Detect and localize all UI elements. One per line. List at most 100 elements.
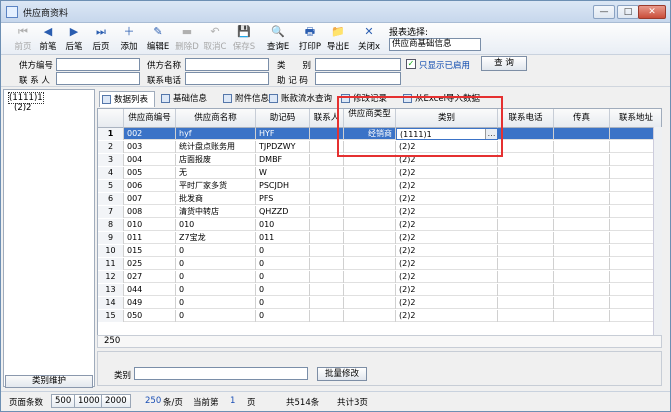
- table-cell[interactable]: [498, 245, 554, 257]
- table-cell[interactable]: 3: [98, 154, 124, 166]
- table-cell[interactable]: [554, 232, 610, 244]
- table-cell[interactable]: [554, 154, 610, 166]
- table-cell[interactable]: [344, 297, 396, 309]
- table-row[interactable]: 10 015 0 0 (2)2: [98, 245, 661, 257]
- table-cell[interactable]: [554, 206, 610, 218]
- table-row[interactable]: 9 011 Z7宝龙 011 (2)2: [98, 232, 661, 244]
- table-cell[interactable]: (2)2: [396, 258, 498, 270]
- supplier-name-input[interactable]: [185, 58, 269, 71]
- table-row[interactable]: 6 007 批发商 PFS (2)2: [98, 193, 661, 205]
- table-cell[interactable]: 4: [98, 167, 124, 179]
- table-cell[interactable]: [554, 180, 610, 192]
- toolbar-edit-button[interactable]: ✎ 编辑E: [144, 25, 172, 53]
- table-cell[interactable]: [310, 297, 344, 309]
- table-cell[interactable]: 004: [124, 154, 176, 166]
- table-cell[interactable]: [310, 167, 344, 179]
- table-cell[interactable]: 平时厂家多货: [176, 180, 256, 192]
- table-cell[interactable]: 025: [124, 258, 176, 270]
- table-row[interactable]: 13 044 0 0 (2)2: [98, 284, 661, 296]
- report-select[interactable]: 供应商基础信息: [389, 38, 481, 51]
- table-row[interactable]: 8 010 010 010 (2)2: [98, 219, 661, 231]
- table-cell[interactable]: [310, 258, 344, 270]
- toolbar-prev-button[interactable]: ◀ 前笔: [34, 25, 62, 53]
- table-cell[interactable]: [344, 232, 396, 244]
- phone-input[interactable]: [185, 72, 269, 85]
- table-cell[interactable]: 0: [176, 271, 256, 283]
- table-cell[interactable]: 9: [98, 232, 124, 244]
- table-cell[interactable]: [498, 154, 554, 166]
- table-cell[interactable]: [554, 245, 610, 257]
- table-cell[interactable]: QHZZD: [256, 206, 310, 218]
- table-cell[interactable]: [310, 193, 344, 205]
- toolbar-print-button[interactable]: 🖶 打印P: [296, 25, 324, 53]
- table-cell[interactable]: 049: [124, 297, 176, 309]
- table-cell[interactable]: [498, 180, 554, 192]
- table-cell[interactable]: 统计盘点账务用: [176, 141, 256, 153]
- table-cell[interactable]: [344, 180, 396, 192]
- batch-category-input[interactable]: [134, 367, 308, 380]
- table-cell[interactable]: [344, 193, 396, 205]
- table-row[interactable]: 5 006 平时厂家多货 PSCJDH (2)2: [98, 180, 661, 192]
- table-cell[interactable]: [498, 310, 554, 322]
- table-cell[interactable]: [344, 271, 396, 283]
- toolbar-last-button[interactable]: ⏭ 后页: [87, 25, 115, 53]
- table-cell[interactable]: (2)2: [396, 297, 498, 309]
- table-cell[interactable]: [498, 167, 554, 179]
- toolbar-close-button[interactable]: ✕ 关闭x: [355, 25, 383, 53]
- tree-item[interactable]: (2)2: [14, 103, 31, 113]
- page-size-2000-button[interactable]: 2000: [101, 394, 131, 408]
- table-cell[interactable]: (2)2: [396, 167, 498, 179]
- mnemonic-input[interactable]: [315, 72, 401, 85]
- table-cell[interactable]: [554, 167, 610, 179]
- table-cell[interactable]: 005: [124, 167, 176, 179]
- table-row[interactable]: 11 025 0 0 (2)2: [98, 258, 661, 270]
- table-cell[interactable]: [498, 206, 554, 218]
- toolbar-export-button[interactable]: 📁 导出E: [324, 25, 352, 53]
- table-cell[interactable]: (2)2: [396, 219, 498, 231]
- toolbar-next-button[interactable]: ▶ 后笔: [60, 25, 88, 53]
- table-row[interactable]: 15 050 0 0 (2)2: [98, 310, 661, 322]
- batch-edit-button[interactable]: 批量修改: [317, 367, 367, 381]
- table-cell[interactable]: 011: [256, 232, 310, 244]
- toolbar-delete-button[interactable]: ▬ 删除D: [173, 25, 201, 53]
- column-header[interactable]: 传真: [554, 109, 610, 128]
- table-cell[interactable]: [498, 193, 554, 205]
- table-cell[interactable]: 13: [98, 284, 124, 296]
- table-cell[interactable]: 003: [124, 141, 176, 153]
- tab-basic-info[interactable]: 基础信息: [159, 91, 219, 107]
- table-cell[interactable]: 11: [98, 258, 124, 270]
- table-cell[interactable]: 002: [124, 128, 176, 140]
- table-cell[interactable]: 010: [256, 219, 310, 231]
- table-cell[interactable]: [344, 206, 396, 218]
- table-cell[interactable]: 0: [256, 284, 310, 296]
- table-cell[interactable]: 050: [124, 310, 176, 322]
- table-cell[interactable]: 0: [176, 258, 256, 270]
- table-cell[interactable]: [554, 297, 610, 309]
- table-cell[interactable]: [310, 219, 344, 231]
- table-cell[interactable]: (2)2: [396, 284, 498, 296]
- table-cell[interactable]: [498, 219, 554, 231]
- table-cell[interactable]: 12: [98, 271, 124, 283]
- category-input[interactable]: [315, 58, 401, 71]
- table-cell[interactable]: 清货中转店: [176, 206, 256, 218]
- table-cell[interactable]: [554, 258, 610, 270]
- table-cell[interactable]: DMBF: [256, 154, 310, 166]
- table-cell[interactable]: 0: [256, 258, 310, 270]
- table-cell[interactable]: [344, 219, 396, 231]
- toolbar-first-button[interactable]: ⏮ 前页: [9, 25, 37, 53]
- table-cell[interactable]: [344, 258, 396, 270]
- table-cell[interactable]: 006: [124, 180, 176, 192]
- maximize-button[interactable]: □: [617, 5, 639, 19]
- table-cell[interactable]: 6: [98, 193, 124, 205]
- vertical-scrollbar[interactable]: [653, 127, 662, 336]
- table-cell[interactable]: [554, 128, 610, 140]
- table-cell[interactable]: 0: [256, 271, 310, 283]
- table-cell[interactable]: [498, 232, 554, 244]
- table-cell[interactable]: [554, 193, 610, 205]
- table-cell[interactable]: 店面报废: [176, 154, 256, 166]
- toolbar-query-button[interactable]: 🔍 查询E: [264, 25, 292, 53]
- table-cell[interactable]: 0: [256, 297, 310, 309]
- table-row[interactable]: 12 027 0 0 (2)2: [98, 271, 661, 283]
- table-cell[interactable]: [310, 206, 344, 218]
- column-header[interactable]: 联系电话: [498, 109, 554, 128]
